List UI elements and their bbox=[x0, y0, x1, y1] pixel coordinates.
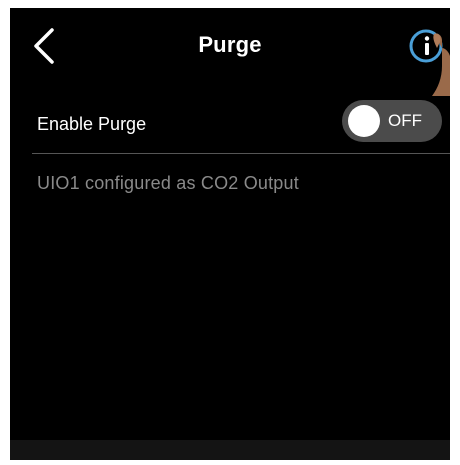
enable-purge-row: Enable Purge OFF bbox=[10, 94, 450, 152]
status-message: UIO1 configured as CO2 Output bbox=[37, 173, 299, 193]
toggle-knob bbox=[348, 105, 380, 137]
header-bar: Purge bbox=[10, 8, 450, 96]
divider bbox=[32, 153, 450, 154]
enable-purge-toggle[interactable]: OFF bbox=[342, 100, 442, 142]
info-button[interactable] bbox=[404, 26, 450, 96]
purge-screen: Purge Enable Purge OFF UIO1 configured a… bbox=[10, 8, 450, 460]
enable-purge-label: Enable Purge bbox=[37, 114, 147, 134]
page-title: Purge bbox=[198, 32, 262, 57]
footer-strip bbox=[10, 440, 450, 460]
toggle-state-text: OFF bbox=[388, 111, 422, 130]
info-icon bbox=[409, 29, 450, 96]
